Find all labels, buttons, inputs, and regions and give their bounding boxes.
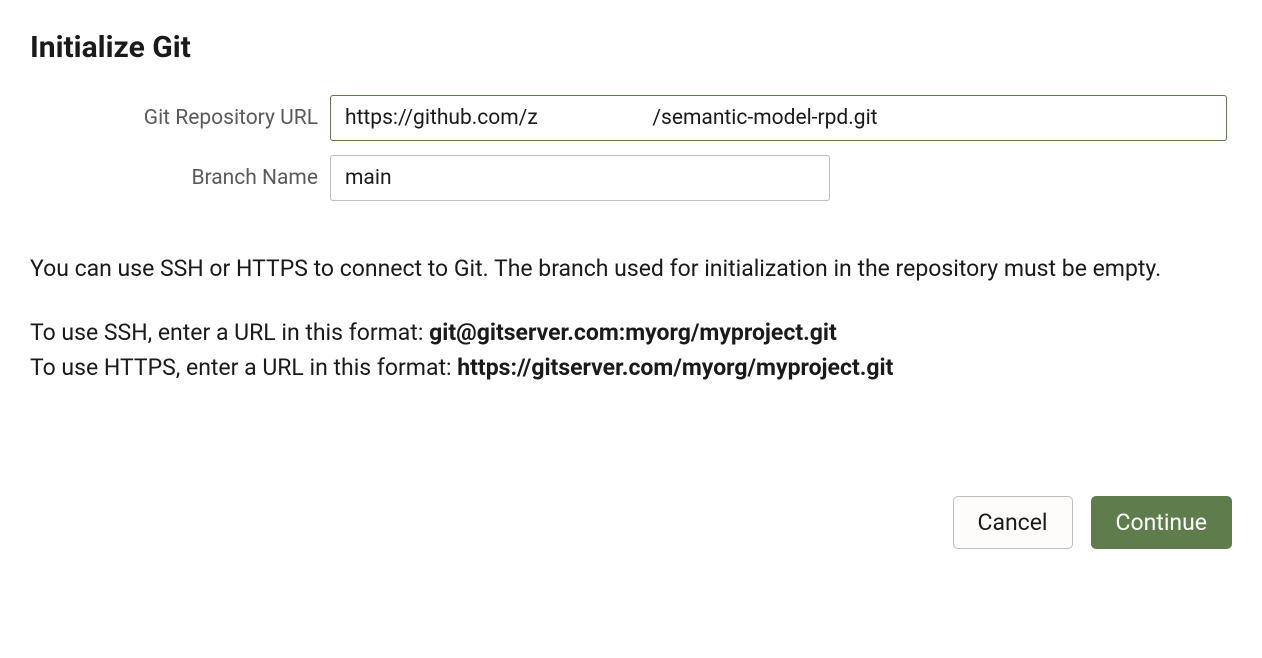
help-ssh-example: git@gitserver.com:myorg/myproject.git [429, 319, 837, 346]
page-title: Initialize Git [30, 30, 1232, 65]
form-row-branch: Branch Name [30, 155, 1232, 201]
form-row-url: Git Repository URL [30, 95, 1232, 141]
continue-button[interactable]: Continue [1091, 496, 1232, 549]
help-ssh-prefix: To use SSH, enter a URL in this format: [30, 319, 429, 346]
url-label: Git Repository URL [30, 106, 330, 130]
help-https-example: https://gitserver.com/myorg/myproject.gi… [457, 354, 893, 381]
branch-label: Branch Name [30, 166, 330, 190]
branch-name-input[interactable] [330, 155, 830, 201]
button-row: Cancel Continue [30, 496, 1232, 549]
help-intro: You can use SSH or HTTPS to connect to G… [30, 251, 1232, 287]
cancel-button[interactable]: Cancel [953, 496, 1073, 549]
git-repository-url-input[interactable] [330, 95, 1227, 141]
help-formats: To use SSH, enter a URL in this format: … [30, 315, 1232, 386]
help-https-prefix: To use HTTPS, enter a URL in this format… [30, 354, 457, 381]
help-text: You can use SSH or HTTPS to connect to G… [30, 251, 1232, 386]
